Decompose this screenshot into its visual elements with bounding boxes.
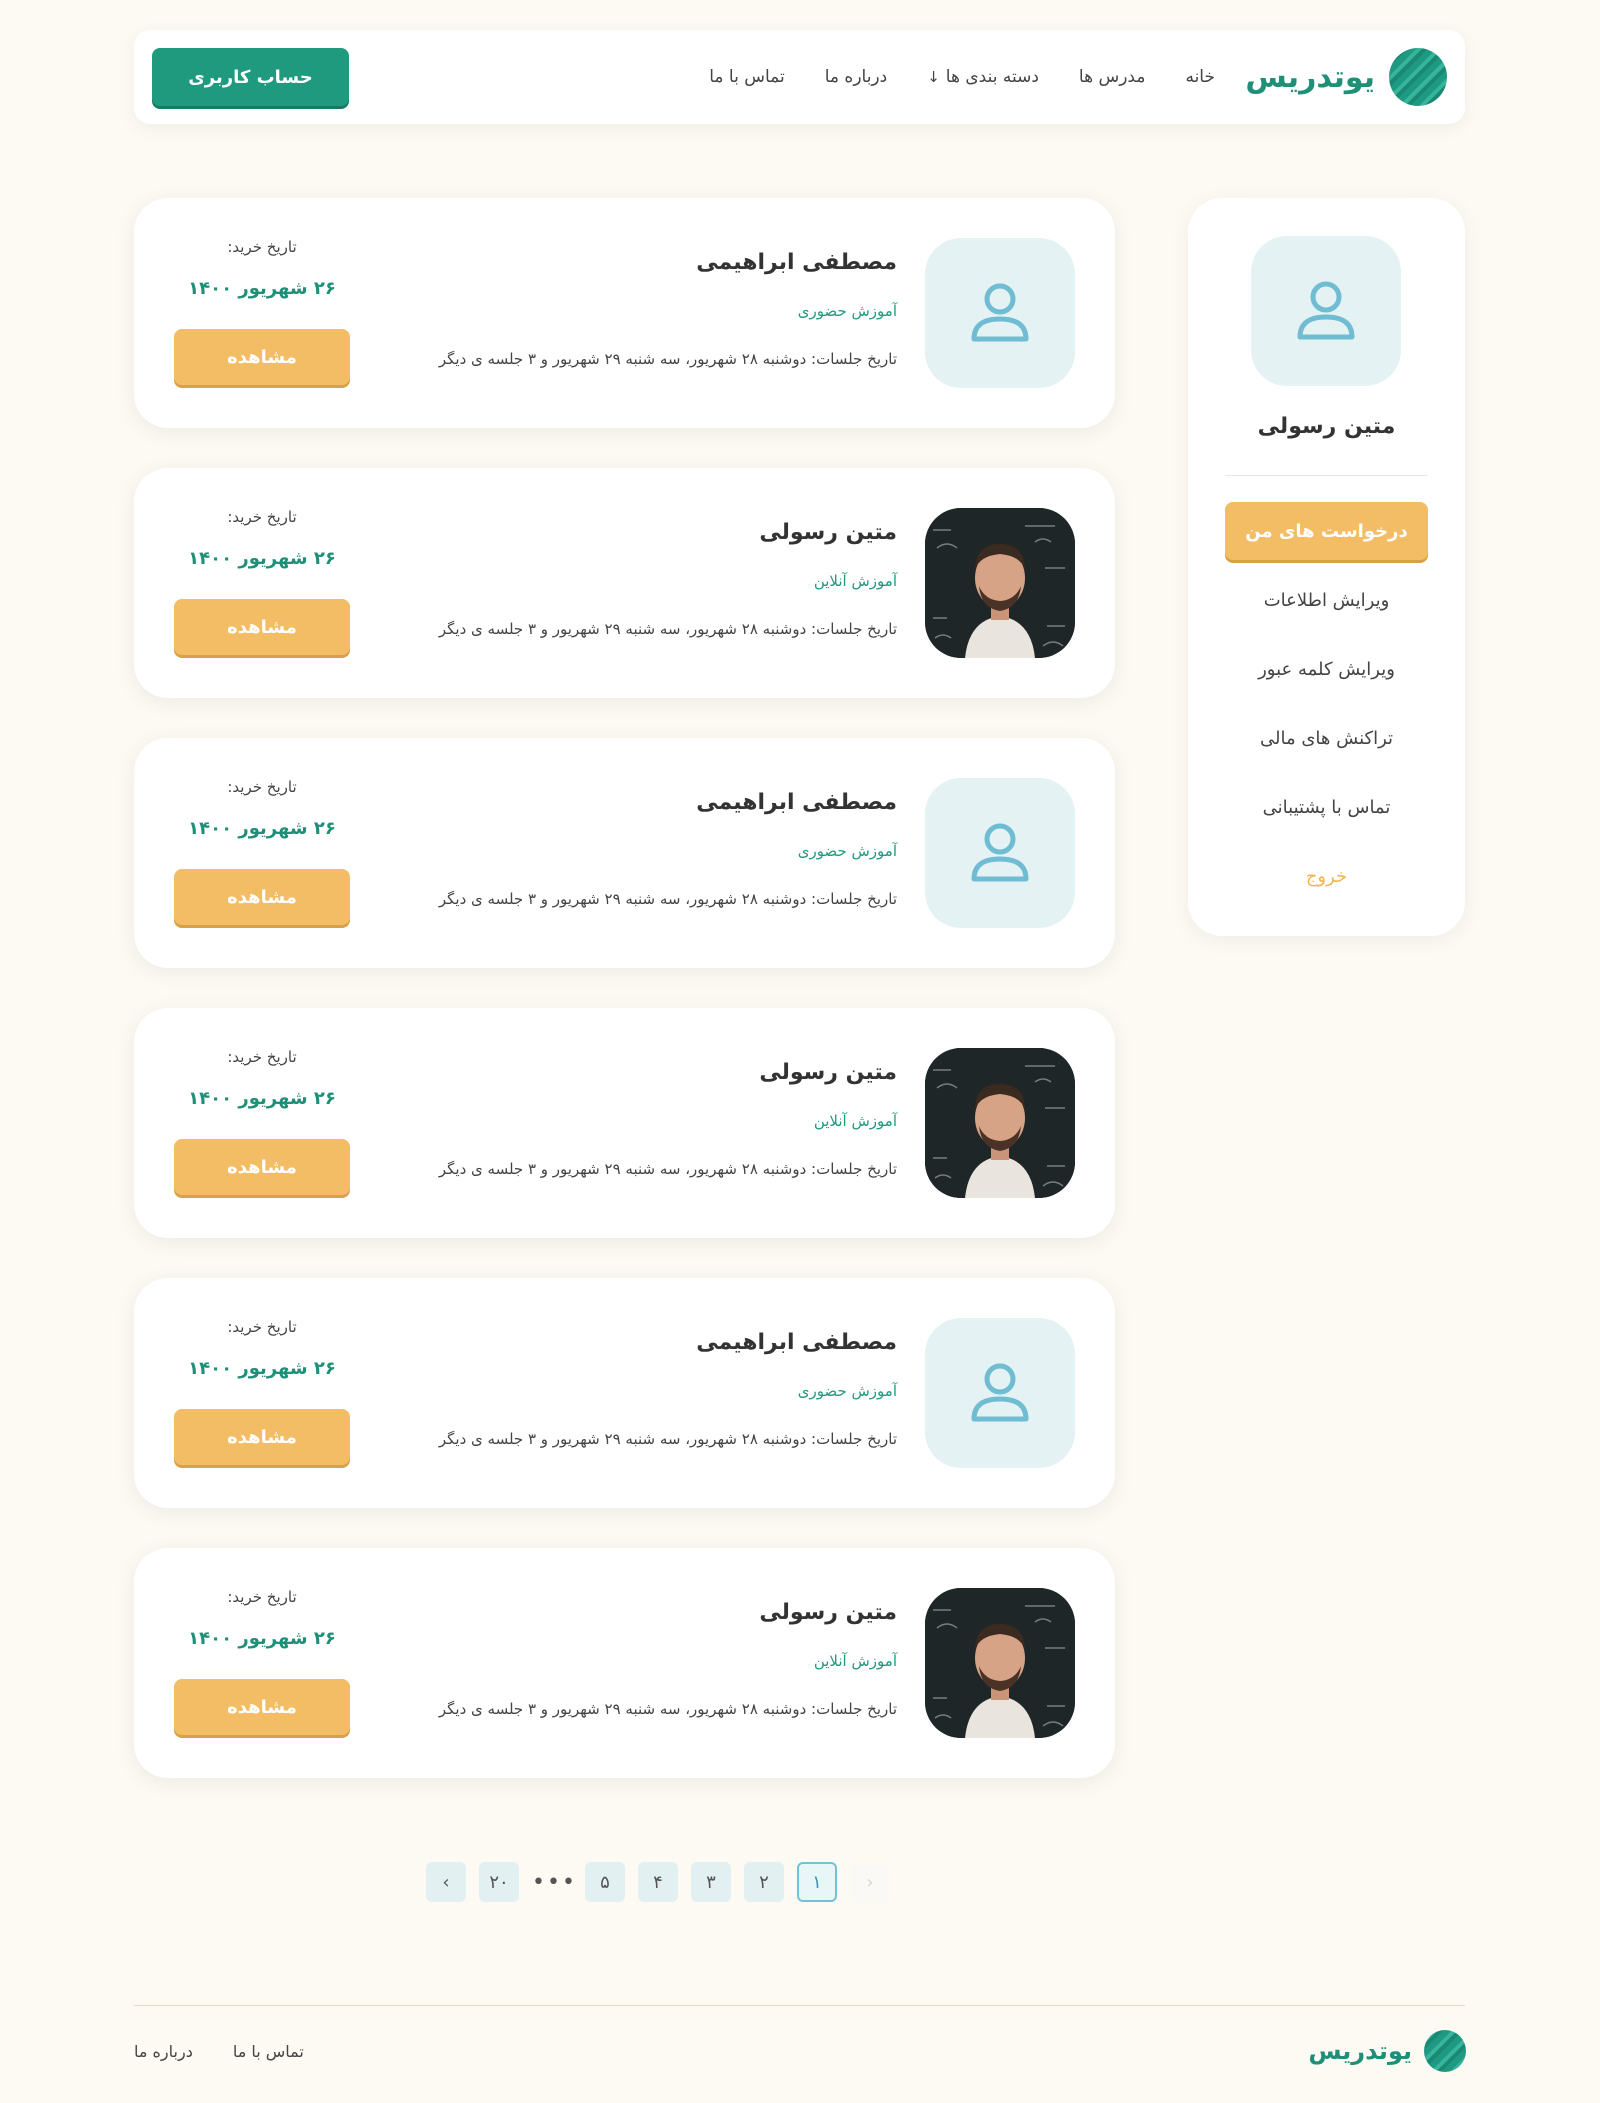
tutor-photo [925,1048,1075,1198]
tutor-name: مصطفی ابراهیمی [696,1330,897,1355]
brand-name: یوتدریس [1245,59,1375,95]
sidebar-item-my-requests[interactable]: درخواست های من [1225,502,1428,560]
nav-contact[interactable]: تماس با ما [709,67,785,87]
top-navbar: یوتدریس خانه مدرس ها دسته بندی ها ↓ دربا… [134,30,1465,124]
purchase-date: ۲۶ شهریور ۱۴۰۰ [188,818,336,839]
session-dates: تاریخ جلسات: دوشنبه ۲۸ شهریور، سه شنبه ۲… [438,890,897,908]
main-nav: خانه مدرس ها دسته بندی ها ↓ درباره ما تم… [709,30,1215,124]
purchase-date: ۲۶ شهریور ۱۴۰۰ [188,1088,336,1109]
logo-icon [1424,2030,1466,2072]
view-button[interactable]: مشاهده [174,599,350,655]
next-page-button[interactable]: ‹ [426,1862,466,1902]
footer-links: درباره ما تماس با ما [134,2030,304,2072]
view-button[interactable]: مشاهده [174,1139,350,1195]
lesson-type: آموزش آنلاین [813,572,897,590]
tutor-name: متین رسولی [759,520,897,545]
lesson-type: آموزش حضوری [797,842,897,860]
tutor-photo-image [925,508,1075,658]
purchase-date-label: تاریخ خرید: [227,1318,297,1336]
user-icon [1297,281,1355,340]
account-button[interactable]: حساب کاربری [152,48,349,106]
session-dates: تاریخ جلسات: دوشنبه ۲۸ شهریور، سه شنبه ۲… [438,350,897,368]
session-dates: تاریخ جلسات: دوشنبه ۲۸ شهریور، سه شنبه ۲… [438,1160,897,1178]
nav-categories-label: دسته بندی ها [945,67,1039,87]
nav-home[interactable]: خانه [1185,67,1215,87]
purchase-date: ۲۶ شهریور ۱۴۰۰ [188,1358,336,1379]
pagination-ellipsis: ••• [532,1869,577,1895]
logo-icon [1389,48,1447,106]
user-name: متین رسولی [1257,414,1396,439]
tutor-photo [925,508,1075,658]
tutor-photo-image [925,1048,1075,1198]
purchase-date-label: تاریخ خرید: [227,238,297,256]
footer-brand[interactable]: یوتدریس [1308,2030,1466,2072]
sidebar-menu: درخواست های من ویرایش اطلاعات ویرایش کلم… [1225,502,1428,916]
session-dates: تاریخ جلسات: دوشنبه ۲۸ شهریور، سه شنبه ۲… [438,620,897,638]
nav-about[interactable]: درباره ما [825,67,888,87]
arrow-down-icon: ↓ [927,68,940,86]
footer-link-about[interactable]: درباره ما [134,2042,193,2061]
brand[interactable]: یوتدریس [1245,47,1447,107]
purchase-date: ۲۶ شهریور ۱۴۰۰ [188,278,336,299]
purchase-date-label: تاریخ خرید: [227,508,297,526]
request-card: متین رسولی آموزش آنلاین تاریخ جلسات: دوش… [134,1548,1115,1778]
page-button[interactable]: ۲ [744,1862,784,1902]
profile-sidebar: متین رسولی درخواست های من ویرایش اطلاعات… [1188,198,1465,936]
chevron-right-icon: › [866,1871,874,1893]
tutor-photo-image [925,1588,1075,1738]
last-page-button[interactable]: ۲۰ [479,1862,519,1902]
session-dates: تاریخ جلسات: دوشنبه ۲۸ شهریور، سه شنبه ۲… [438,1700,897,1718]
purchase-date: ۲۶ شهریور ۱۴۰۰ [188,1628,336,1649]
sidebar-item-edit-password[interactable]: ویرایش کلمه عبور [1225,640,1428,698]
user-icon [971,283,1029,342]
tutor-name: مصطفی ابراهیمی [696,250,897,275]
page-button[interactable]: ۵ [585,1862,625,1902]
lesson-type: آموزش آنلاین [813,1112,897,1130]
session-dates: تاریخ جلسات: دوشنبه ۲۸ شهریور، سه شنبه ۲… [438,1430,897,1448]
pagination: › ۱ ۲ ۳ ۴ ۵ ••• ۲۰ ‹ [426,1862,890,1902]
sidebar-item-support[interactable]: تماس با پشتیبانی [1225,778,1428,836]
nav-categories[interactable]: دسته بندی ها ↓ [927,67,1039,87]
sidebar-item-transactions[interactable]: تراکنش های مالی [1225,709,1428,767]
view-button[interactable]: مشاهده [174,1409,350,1465]
tutor-name: متین رسولی [759,1600,897,1625]
avatar [925,238,1075,388]
lesson-type: آموزش حضوری [797,1382,897,1400]
request-card: مصطفی ابراهیمی آموزش حضوری تاریخ جلسات: … [134,1278,1115,1508]
request-card: متین رسولی آموزش آنلاین تاریخ جلسات: دوش… [134,1008,1115,1238]
avatar [1251,236,1401,386]
prev-page-button[interactable]: › [850,1862,890,1902]
view-button[interactable]: مشاهده [174,329,350,385]
sidebar-item-edit-info[interactable]: ویرایش اطلاعات [1225,571,1428,629]
sidebar-item-logout[interactable]: خروج [1225,847,1428,905]
divider [1225,475,1428,476]
request-card: مصطفی ابراهیمی آموزش حضوری تاریخ جلسات: … [134,198,1115,428]
avatar [925,1318,1075,1468]
view-button[interactable]: مشاهده [174,1679,350,1735]
page-button[interactable]: ۱ [797,1862,837,1902]
tutor-photo [925,1588,1075,1738]
page-button[interactable]: ۴ [638,1862,678,1902]
request-card: متین رسولی آموزش آنلاین تاریخ جلسات: دوش… [134,468,1115,698]
lesson-type: آموزش آنلاین [813,1652,897,1670]
purchase-date-label: تاریخ خرید: [227,1588,297,1606]
footer-brand-name: یوتدریس [1308,2037,1412,2065]
purchase-date-label: تاریخ خرید: [227,1048,297,1066]
user-icon [971,1363,1029,1422]
user-icon [971,823,1029,882]
footer-link-contact[interactable]: تماس با ما [233,2042,304,2061]
request-card: مصطفی ابراهیمی آموزش حضوری تاریخ جلسات: … [134,738,1115,968]
footer-divider [134,2005,1465,2006]
tutor-name: مصطفی ابراهیمی [696,790,897,815]
chevron-left-icon: ‹ [442,1871,450,1893]
avatar [925,778,1075,928]
purchase-date-label: تاریخ خرید: [227,778,297,796]
page-button[interactable]: ۳ [691,1862,731,1902]
view-button[interactable]: مشاهده [174,869,350,925]
tutor-name: متین رسولی [759,1060,897,1085]
lesson-type: آموزش حضوری [797,302,897,320]
purchase-date: ۲۶ شهریور ۱۴۰۰ [188,548,336,569]
nav-tutors[interactable]: مدرس ها [1079,67,1146,87]
